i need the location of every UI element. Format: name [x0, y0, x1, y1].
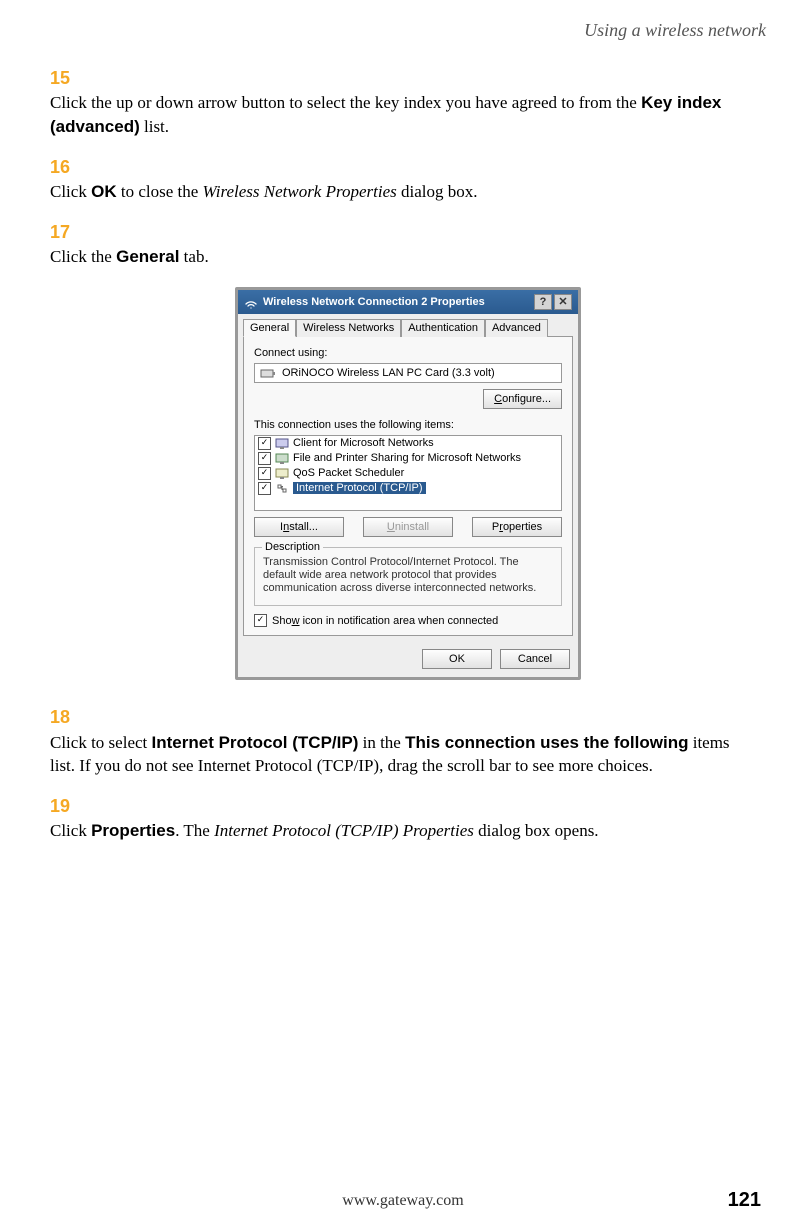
adapter-box: ORiNOCO Wireless LAN PC Card (3.3 volt) — [254, 363, 562, 383]
step-number: 19 — [50, 794, 78, 819]
close-button[interactable]: ✕ — [554, 294, 572, 310]
cancel-button[interactable]: Cancel — [500, 649, 570, 669]
configure-button[interactable]: Configure... — [483, 389, 562, 409]
show-icon-row: ✓ Show icon in notification area when co… — [254, 614, 562, 627]
text: . The — [175, 821, 214, 840]
page: Using a wireless network 15 Click the up… — [0, 0, 806, 1230]
step-16: 16 Click OK to close the Wireless Networ… — [50, 155, 766, 204]
text: Click — [50, 821, 91, 840]
items-label: This connection uses the following items… — [254, 419, 562, 431]
qos-icon — [275, 467, 289, 480]
text: dialog box. — [397, 182, 478, 201]
running-header: Using a wireless network — [50, 20, 766, 41]
item-label: Client for Microsoft Networks — [293, 437, 434, 449]
step-number: 17 — [50, 220, 78, 245]
step-19: 19 Click Properties. The Internet Protoc… — [50, 794, 766, 843]
tab-panel-general: Connect using: ORiNOCO Wireless LAN PC C… — [243, 336, 573, 637]
step-15: 15 Click the up or down arrow button to … — [50, 66, 766, 139]
ui-label: General — [116, 247, 179, 266]
text: to close the — [117, 182, 203, 201]
tab-advanced[interactable]: Advanced — [485, 319, 548, 337]
italic-text: Internet Protocol (TCP/IP) Properties — [214, 821, 474, 840]
ui-label: Properties — [91, 821, 175, 840]
item-buttons-row: Install... Uninstall Properties — [254, 517, 562, 537]
text: Click the up or down arrow button to sel… — [50, 93, 641, 112]
tab-wireless-networks[interactable]: Wireless Networks — [296, 319, 401, 337]
ui-label: Internet Protocol (TCP/IP) — [152, 733, 359, 752]
dialog-title: Wireless Network Connection 2 Properties — [263, 296, 485, 308]
step-number: 18 — [50, 705, 78, 730]
checkbox-icon[interactable]: ✓ — [258, 482, 271, 495]
step-text: Click the General tab. — [50, 245, 734, 269]
step-18: 18 Click to select Internet Protocol (TC… — [50, 705, 766, 778]
step-text: Click the up or down arrow button to sel… — [50, 91, 734, 139]
configure-row: Configure... — [254, 389, 562, 409]
text: dialog box opens. — [474, 821, 599, 840]
step-text: Click OK to close the Wireless Network P… — [50, 180, 734, 204]
step-17: 17 Click the General tab. — [50, 220, 766, 269]
title-left: Wireless Network Connection 2 Properties — [244, 295, 485, 309]
ok-button[interactable]: OK — [422, 649, 492, 669]
wireless-icon — [244, 295, 258, 309]
text: Click the — [50, 247, 116, 266]
dialog-screenshot: Wireless Network Connection 2 Properties… — [50, 287, 766, 681]
uninstall-button[interactable]: Uninstall — [363, 517, 453, 537]
description-group: Description Transmission Control Protoco… — [254, 547, 562, 607]
item-label: QoS Packet Scheduler — [293, 467, 404, 479]
properties-button[interactable]: Properties — [472, 517, 562, 537]
connect-using-label: Connect using: — [254, 347, 562, 359]
checkbox-icon[interactable]: ✓ — [258, 437, 271, 450]
tab-general[interactable]: General — [243, 319, 296, 337]
btn-rest: onfigure... — [502, 393, 551, 405]
checkbox-icon[interactable]: ✓ — [258, 467, 271, 480]
list-item[interactable]: ✓ QoS Packet Scheduler — [255, 466, 561, 481]
adapter-name: ORiNOCO Wireless LAN PC Card (3.3 volt) — [282, 367, 495, 379]
tab-authentication[interactable]: Authentication — [401, 319, 485, 337]
properties-dialog: Wireless Network Connection 2 Properties… — [235, 287, 581, 681]
adapter-icon — [260, 367, 276, 379]
tab-strip: General Wireless Networks Authentication… — [238, 314, 578, 336]
text: in the — [358, 733, 405, 752]
step-number: 16 — [50, 155, 78, 180]
footer-url: www.gateway.com — [0, 1192, 806, 1210]
share-icon — [275, 452, 289, 465]
title-buttons: ? ✕ — [534, 294, 572, 310]
text: Click — [50, 182, 91, 201]
show-icon-label: Show icon in notification area when conn… — [272, 615, 498, 627]
text: list. — [140, 117, 169, 136]
step-number: 15 — [50, 66, 78, 91]
help-button[interactable]: ? — [534, 294, 552, 310]
install-button[interactable]: Install... — [254, 517, 344, 537]
description-text: Transmission Control Protocol/Internet P… — [263, 556, 553, 596]
step-text: Click to select Internet Protocol (TCP/I… — [50, 731, 734, 779]
text: tab. — [179, 247, 208, 266]
list-item[interactable]: ✓ Internet Protocol (TCP/IP) — [255, 481, 561, 496]
item-label: File and Printer Sharing for Microsoft N… — [293, 452, 521, 464]
ui-label: This connection uses the following — [405, 733, 688, 752]
checkbox-icon[interactable]: ✓ — [254, 614, 267, 627]
page-number: 121 — [728, 1189, 761, 1212]
ui-label: OK — [91, 182, 117, 201]
titlebar: Wireless Network Connection 2 Properties… — [238, 290, 578, 314]
dialog-footer: OK Cancel — [238, 641, 578, 677]
checkbox-icon[interactable]: ✓ — [258, 452, 271, 465]
tcpip-icon — [275, 482, 289, 495]
description-legend: Description — [262, 541, 323, 553]
client-icon — [275, 437, 289, 450]
list-item[interactable]: ✓ File and Printer Sharing for Microsoft… — [255, 451, 561, 466]
step-text: Click Properties. The Internet Protocol … — [50, 819, 734, 843]
items-list[interactable]: ✓ Client for Microsoft Networks ✓ File a… — [254, 435, 562, 511]
italic-text: Wireless Network Properties — [203, 182, 397, 201]
list-item[interactable]: ✓ Client for Microsoft Networks — [255, 436, 561, 451]
item-label-selected: Internet Protocol (TCP/IP) — [293, 482, 426, 494]
text: Click to select — [50, 733, 152, 752]
